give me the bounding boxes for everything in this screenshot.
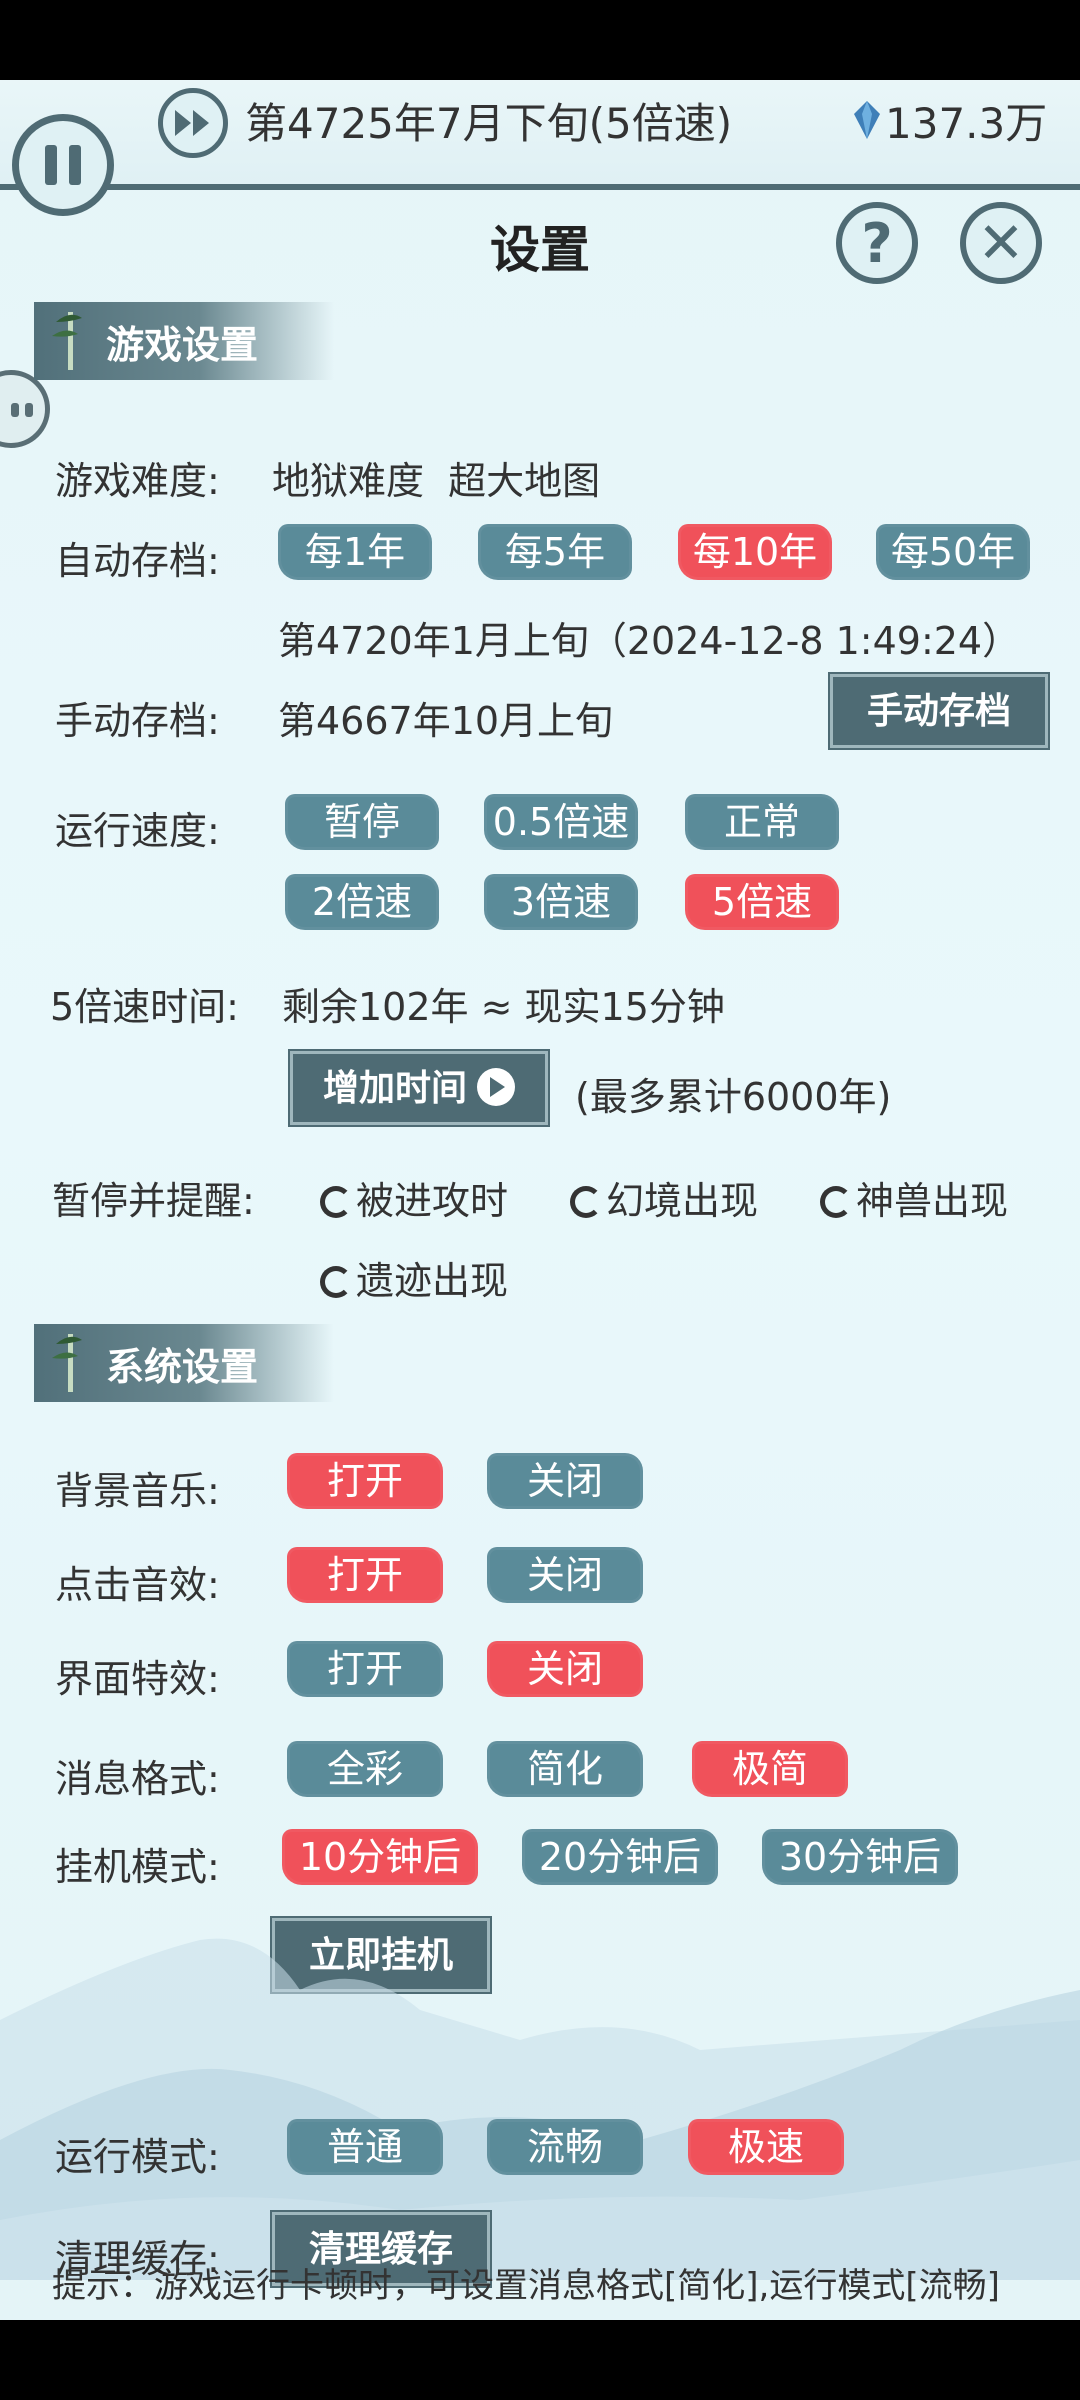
radio-icon xyxy=(570,1186,602,1218)
speed-option-pause[interactable]: 暂停 xyxy=(285,794,439,850)
bgm-off-option[interactable]: 关闭 xyxy=(487,1453,643,1509)
manualsave-value: 第4667年10月上旬 xyxy=(278,699,614,743)
help-button[interactable]: ? xyxy=(836,202,918,284)
run-mode-fast-option[interactable]: 极速 xyxy=(688,2119,844,2175)
speed-time-value: 剩余102年 ≈ 现实15分钟 xyxy=(282,985,725,1029)
handle-dot xyxy=(11,403,19,417)
idle-mode-label: 挂机模式: xyxy=(55,1845,220,1889)
speed-time-label: 5倍速时间: xyxy=(50,985,239,1029)
bgm-label: 背景音乐: xyxy=(55,1469,220,1513)
difficulty-value: 地狱难度 超大地图 xyxy=(272,459,601,503)
close-icon: ✕ xyxy=(977,210,1025,276)
autosave-option-10y[interactable]: 每10年 xyxy=(678,524,832,580)
idle-10min-option[interactable]: 10分钟后 xyxy=(282,1829,478,1885)
ui-effects-label: 界面特效: xyxy=(55,1657,220,1701)
manual-save-button[interactable]: 手动存档 xyxy=(828,672,1050,750)
click-sfx-label: 点击音效: xyxy=(55,1563,220,1607)
autosave-label: 自动存档: xyxy=(55,539,220,583)
mountain-background xyxy=(0,1938,1080,2280)
ui-effects-off-option[interactable]: 关闭 xyxy=(487,1641,643,1697)
top-bar: 第4725年7月下旬(5倍速) 137.3万 xyxy=(0,80,1080,230)
speed-option-5x[interactable]: 5倍速 xyxy=(685,874,839,930)
page-title: 设置 xyxy=(490,221,590,279)
spirit-stone-count: 137.3万 xyxy=(885,99,1048,148)
speed-option-3x[interactable]: 3倍速 xyxy=(484,874,638,930)
add-time-button[interactable]: 增加时间 xyxy=(288,1049,550,1127)
pause-on-illusion-option[interactable]: 幻境出现 xyxy=(570,1170,758,1225)
speed-option-half[interactable]: 0.5倍速 xyxy=(484,794,638,850)
pause-icon-bar xyxy=(69,145,81,185)
bamboo-icon xyxy=(52,1334,82,1392)
speed-option-normal[interactable]: 正常 xyxy=(685,794,839,850)
question-icon: ? xyxy=(861,211,893,275)
manualsave-label: 手动存档: xyxy=(55,699,220,743)
tip-text: 提示：游戏运行卡顿时，可设置消息格式[简化],运行模式[流畅] xyxy=(52,2266,1000,2306)
idle-30min-option[interactable]: 30分钟后 xyxy=(762,1829,958,1885)
speed-label: 运行速度: xyxy=(55,809,220,853)
run-mode-smooth-option[interactable]: 流畅 xyxy=(487,2119,643,2175)
option-label: 神兽出现 xyxy=(856,1179,1009,1223)
add-time-note: (最多累计6000年) xyxy=(575,1075,892,1119)
message-format-full-option[interactable]: 全彩 xyxy=(287,1741,443,1797)
autosave-option-5y[interactable]: 每5年 xyxy=(478,524,632,580)
section-title: 系统设置 xyxy=(106,1344,259,1389)
message-format-minimal-option[interactable]: 极简 xyxy=(692,1741,848,1797)
pause-icon xyxy=(45,145,57,185)
radio-icon xyxy=(320,1186,352,1218)
radio-icon xyxy=(320,1266,352,1298)
click-sfx-on-option[interactable]: 打开 xyxy=(287,1547,443,1603)
section-system-settings: 系统设置 xyxy=(34,1324,334,1402)
run-mode-label: 运行模式: xyxy=(55,2135,220,2179)
message-format-label: 消息格式: xyxy=(55,1757,220,1801)
option-label: 幻境出现 xyxy=(606,1179,759,1223)
fast-forward-button[interactable] xyxy=(158,88,228,158)
message-format-simple-option[interactable]: 简化 xyxy=(487,1741,643,1797)
section-game-settings: 游戏设置 xyxy=(34,302,334,380)
pause-on-beast-option[interactable]: 神兽出现 xyxy=(820,1170,1008,1225)
option-label: 遗迹出现 xyxy=(356,1259,509,1303)
pause-on-attack-option[interactable]: 被进攻时 xyxy=(320,1170,508,1225)
difficulty-label: 游戏难度: xyxy=(55,459,220,503)
pause-alert-label: 暂停并提醒: xyxy=(52,1179,255,1223)
pause-on-ruins-option[interactable]: 遗迹出现 xyxy=(320,1250,508,1305)
autosave-option-50y[interactable]: 每50年 xyxy=(876,524,1030,580)
top-bar-divider xyxy=(0,184,1080,190)
ui-effects-on-option[interactable]: 打开 xyxy=(287,1641,443,1697)
section-title: 游戏设置 xyxy=(106,322,259,367)
speed-option-2x[interactable]: 2倍速 xyxy=(285,874,439,930)
game-date: 第4725年7月下旬(5倍速) xyxy=(245,99,733,148)
add-time-label: 增加时间 xyxy=(322,1068,467,1109)
bamboo-icon xyxy=(52,312,82,370)
side-drawer-handle[interactable] xyxy=(0,370,50,448)
fast-forward-icon xyxy=(175,110,209,136)
pause-button[interactable] xyxy=(12,114,114,216)
settings-screen: 第4725年7月下旬(5倍速) 137.3万 设置 ? ✕ 游戏设置 游戏难度:… xyxy=(0,80,1080,2320)
play-icon xyxy=(477,1068,515,1106)
radio-icon xyxy=(820,1186,852,1218)
spirit-stone-icon xyxy=(854,101,880,139)
bgm-on-option[interactable]: 打开 xyxy=(287,1453,443,1509)
close-button[interactable]: ✕ xyxy=(960,202,1042,284)
run-mode-normal-option[interactable]: 普通 xyxy=(287,2119,443,2175)
handle-dot xyxy=(25,403,33,417)
idle-20min-option[interactable]: 20分钟后 xyxy=(522,1829,718,1885)
autosave-last-time: 第4720年1月上旬（2024-12-8 1:49:24） xyxy=(278,619,1021,663)
autosave-option-1y[interactable]: 每1年 xyxy=(278,524,432,580)
option-label: 被进攻时 xyxy=(356,1179,509,1223)
click-sfx-off-option[interactable]: 关闭 xyxy=(487,1547,643,1603)
